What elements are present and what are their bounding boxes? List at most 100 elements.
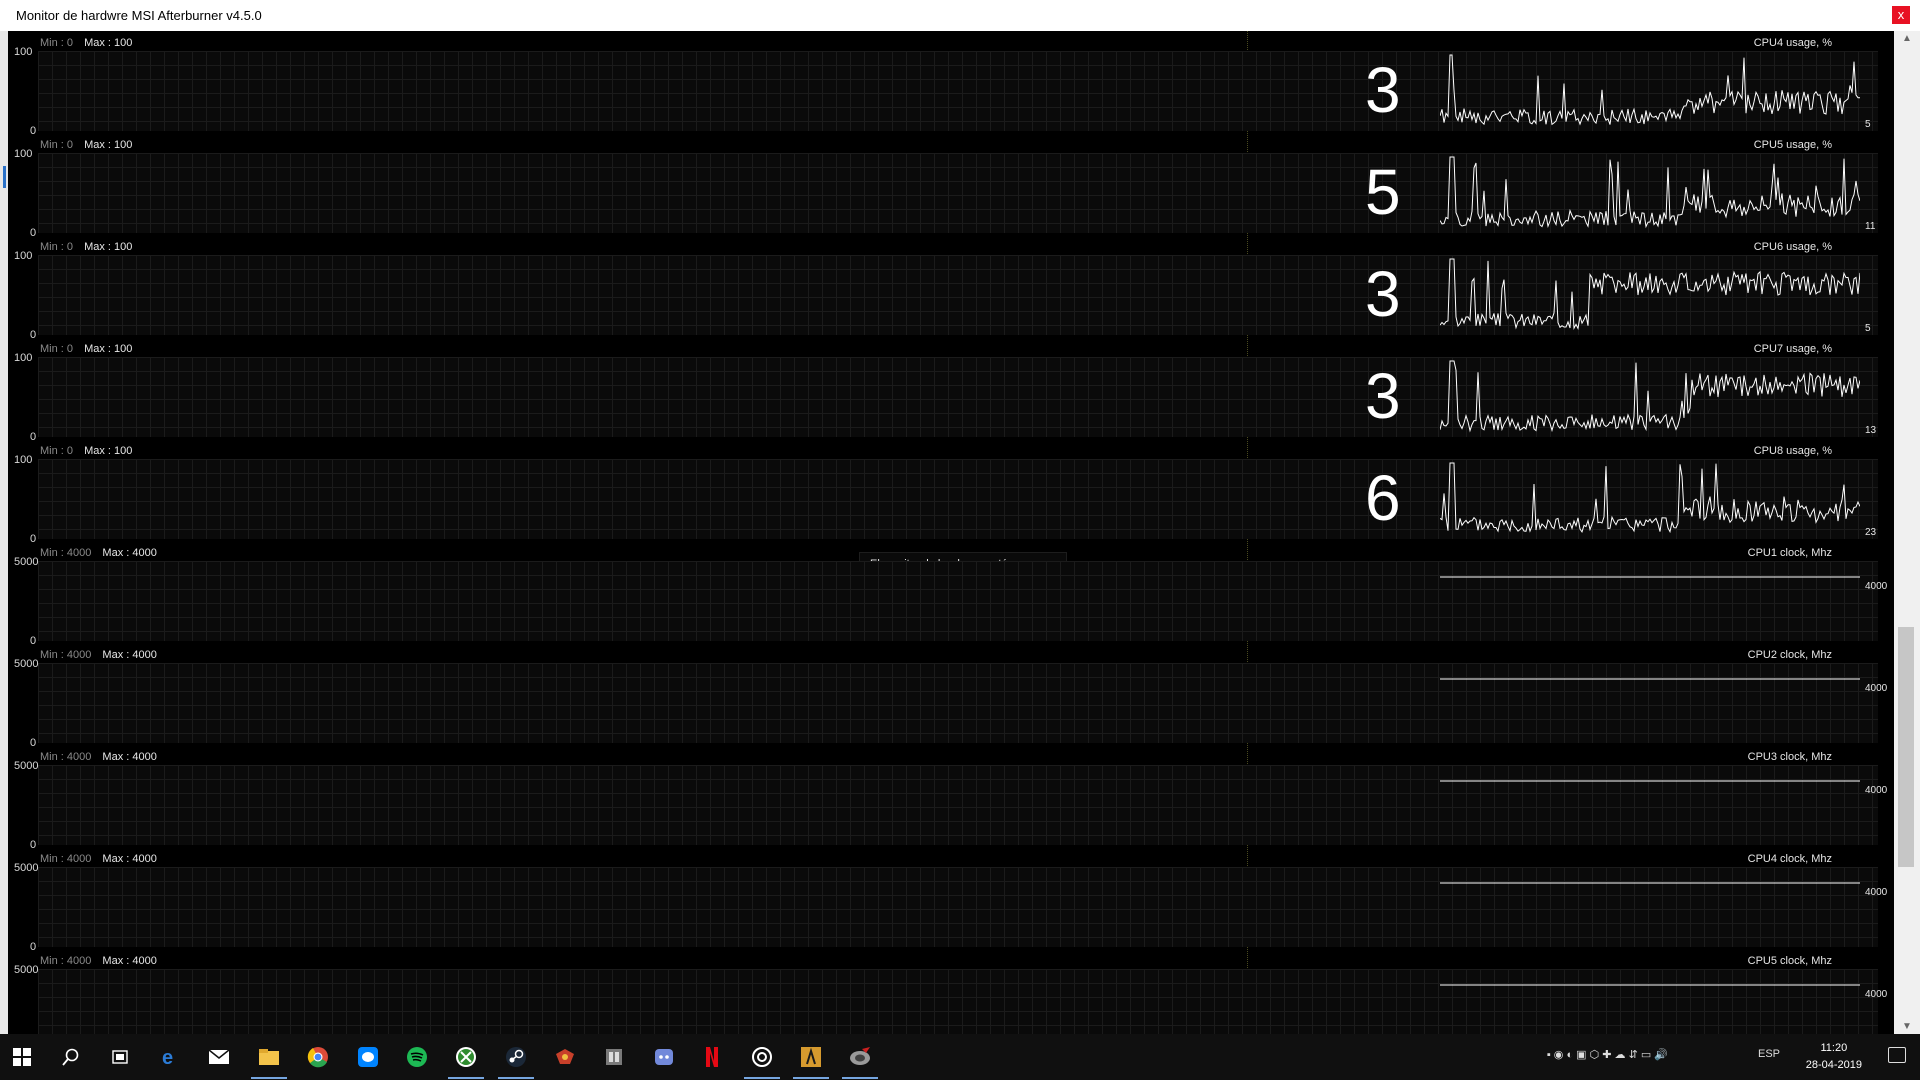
steam-icon bbox=[505, 1046, 527, 1068]
close-button[interactable]: x bbox=[1892, 6, 1910, 24]
scroll-down-icon[interactable]: ▼ bbox=[1902, 1021, 1912, 1032]
taskbar-windows-start-button[interactable] bbox=[0, 1039, 44, 1075]
trace-line bbox=[1440, 156, 1860, 229]
graph-title: CPU2 clock, Mhz bbox=[1747, 649, 1832, 661]
graph-min-max: Min : 0 Max : 100 bbox=[40, 37, 132, 49]
taskbar-afterburner-button[interactable] bbox=[838, 1039, 882, 1079]
action-center-icon[interactable] bbox=[1888, 1047, 1906, 1063]
axis-bottom-label: 0 bbox=[30, 635, 37, 647]
max-label: Max : 4000 bbox=[99, 751, 157, 763]
current-value: 3 bbox=[1365, 258, 1401, 330]
taskbar-netflix-button[interactable] bbox=[690, 1039, 734, 1075]
mail-icon bbox=[208, 1048, 230, 1066]
taskbar-game-app-button[interactable] bbox=[789, 1039, 833, 1079]
axis-top-label: 5000 bbox=[14, 658, 39, 670]
min-label: Min : 0 bbox=[40, 343, 74, 355]
usage-trace bbox=[1440, 360, 1860, 433]
graph-title: CPU4 clock, Mhz bbox=[1747, 853, 1832, 865]
max-label: Max : 100 bbox=[81, 37, 133, 49]
clock-trace bbox=[1440, 576, 1860, 578]
taskbar-search-button[interactable] bbox=[49, 1039, 93, 1075]
axis-top-label: 5000 bbox=[14, 760, 39, 772]
usage-trace bbox=[1440, 462, 1860, 534]
edge-icon: e bbox=[159, 1046, 181, 1068]
taskbar-file-explorer-button[interactable] bbox=[247, 1039, 291, 1079]
language-indicator[interactable]: ESP bbox=[1758, 1048, 1780, 1060]
min-label: Min : 4000 bbox=[40, 955, 92, 967]
axis-bottom-label: 0 bbox=[30, 737, 37, 749]
min-label: Min : 0 bbox=[40, 139, 74, 151]
graph-min-max: Min : 4000 Max : 4000 bbox=[40, 547, 157, 559]
taskbar-mail-button[interactable] bbox=[197, 1039, 241, 1075]
axis-top-label: 100 bbox=[14, 454, 33, 466]
current-value: 3 bbox=[1365, 54, 1401, 126]
taskbar-spotify-button[interactable] bbox=[395, 1039, 439, 1075]
last-value: 5 bbox=[1865, 119, 1871, 130]
search-icon bbox=[61, 1047, 81, 1067]
last-value: 4000 bbox=[1865, 989, 1888, 1000]
trace-line bbox=[1440, 258, 1860, 331]
clock-date: 28-04-2019 bbox=[1805, 1059, 1862, 1071]
min-label: Min : 4000 bbox=[40, 649, 92, 661]
axis-bottom-label: 0 bbox=[30, 227, 37, 239]
max-label: Max : 4000 bbox=[99, 649, 157, 661]
taskbar-steam-button[interactable] bbox=[494, 1039, 538, 1079]
taskbar-edge-button[interactable]: e bbox=[148, 1039, 192, 1075]
axis-top-label: 5000 bbox=[14, 556, 39, 568]
current-value: 5 bbox=[1365, 156, 1401, 228]
discord-icon bbox=[653, 1046, 675, 1068]
hardware-monitor-panel[interactable]: El monitor de hardware está en pausa 100… bbox=[8, 31, 1894, 1034]
netflix-icon bbox=[704, 1046, 720, 1068]
graph-min-max: Min : 4000 Max : 4000 bbox=[40, 955, 157, 967]
graph-title: CPU3 clock, Mhz bbox=[1747, 751, 1832, 763]
messenger-icon bbox=[357, 1046, 379, 1068]
max-label: Max : 4000 bbox=[99, 853, 157, 865]
current-value: 6 bbox=[1365, 462, 1401, 534]
taskbar-chrome-button[interactable] bbox=[296, 1039, 340, 1075]
axis-bottom-label: 0 bbox=[30, 941, 37, 953]
graph-min-max: Min : 0 Max : 100 bbox=[40, 139, 132, 151]
scroll-up-icon[interactable]: ▲ bbox=[1902, 33, 1912, 44]
axis-top-label: 5000 bbox=[14, 964, 39, 976]
scrollbar-thumb[interactable] bbox=[1898, 627, 1914, 867]
file-explorer-icon bbox=[258, 1047, 280, 1067]
graph-min-max: Min : 0 Max : 100 bbox=[40, 241, 132, 253]
clock-trace bbox=[1440, 678, 1860, 680]
graph-title: CPU8 usage, % bbox=[1753, 445, 1832, 457]
vertical-scrollbar[interactable]: ▲ ▼ bbox=[1894, 31, 1920, 1034]
system-tray-icons[interactable]: ▪ ◉ ◐ ▣ ⬡ ✚ ☁ ⇵ ▭ 🔊 bbox=[1547, 1048, 1668, 1061]
min-label: Min : 4000 bbox=[40, 751, 92, 763]
last-value: 4000 bbox=[1865, 887, 1888, 898]
trace-line bbox=[1440, 462, 1860, 534]
taskbar-tool-button[interactable] bbox=[592, 1039, 636, 1075]
last-value: 23 bbox=[1865, 527, 1877, 538]
max-label: Max : 100 bbox=[81, 139, 133, 151]
taskbar-target-app-button[interactable] bbox=[740, 1039, 784, 1079]
last-value: 4000 bbox=[1865, 581, 1888, 592]
last-value: 5 bbox=[1865, 323, 1871, 334]
clock[interactable]: 11:20 28-04-2019 bbox=[1806, 1040, 1862, 1074]
max-label: Max : 100 bbox=[81, 241, 133, 253]
min-label: Min : 0 bbox=[40, 445, 74, 457]
afterburner-icon bbox=[848, 1046, 872, 1068]
axis-bottom-label: 0 bbox=[30, 329, 37, 341]
taskbar-game-launcher-button[interactable] bbox=[543, 1039, 587, 1075]
spotify-icon bbox=[406, 1046, 428, 1068]
min-label: Min : 4000 bbox=[40, 547, 92, 559]
graph-title: CPU7 usage, % bbox=[1753, 343, 1832, 355]
current-value: 3 bbox=[1365, 360, 1401, 432]
game-app-icon bbox=[800, 1046, 822, 1068]
graph-title: CPU1 clock, Mhz bbox=[1747, 547, 1832, 559]
axis-bottom-label: 0 bbox=[30, 125, 37, 137]
taskbar-discord-button[interactable] bbox=[642, 1039, 686, 1075]
last-value: 13 bbox=[1865, 425, 1877, 436]
taskbar-xbox-button[interactable] bbox=[444, 1039, 488, 1079]
trace-line bbox=[1440, 360, 1860, 433]
taskbar-task-view-button[interactable] bbox=[98, 1039, 142, 1075]
svg-text:e: e bbox=[162, 1047, 173, 1068]
windows-start-icon bbox=[12, 1047, 32, 1067]
clock-trace bbox=[1440, 984, 1860, 986]
max-label: Max : 100 bbox=[81, 445, 133, 457]
taskbar-messenger-button[interactable] bbox=[346, 1039, 390, 1075]
usage-trace bbox=[1440, 156, 1860, 229]
